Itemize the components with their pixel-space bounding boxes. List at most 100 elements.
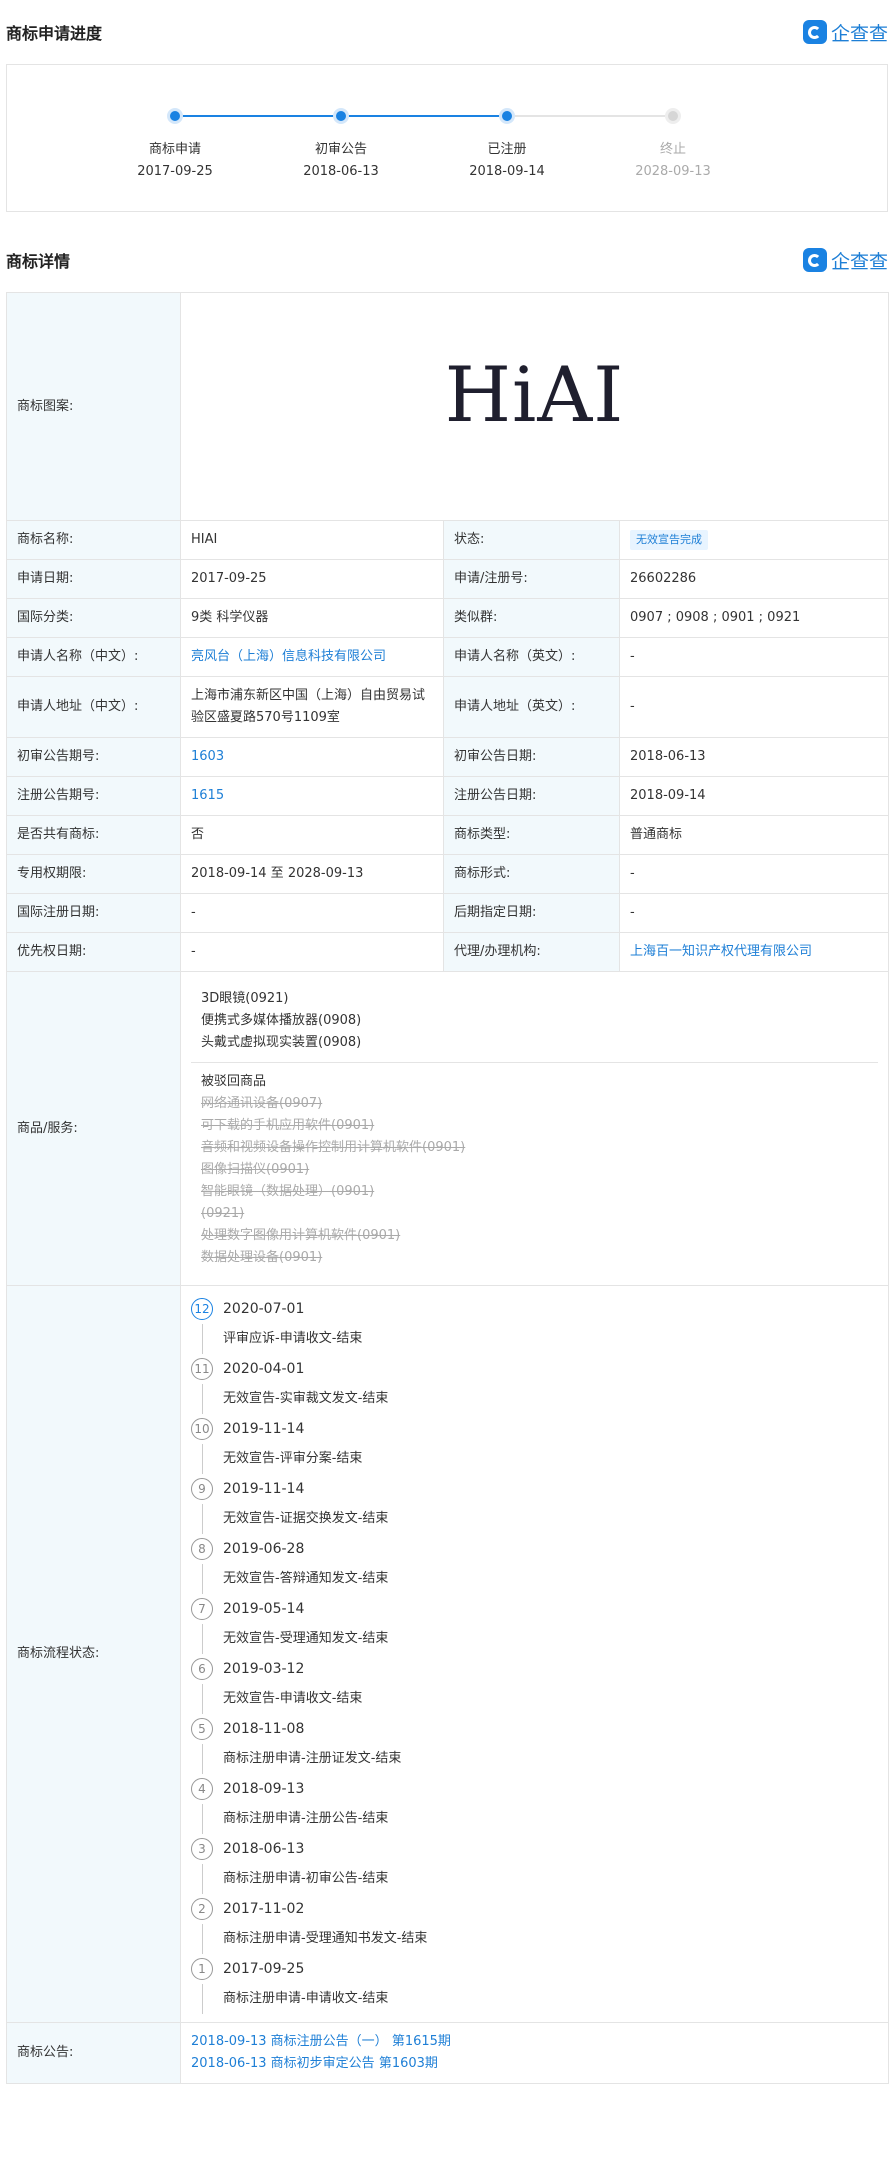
progress-step: 终止 2028-09-13 bbox=[603, 139, 743, 183]
table-row: 专用权期限: 2018-09-14 至 2028-09-13 商标形式: - bbox=[6, 854, 890, 894]
reg-notice-no-label: 注册公告期号: bbox=[6, 776, 181, 816]
reg-notice-no-cell: 1615 bbox=[180, 776, 444, 816]
flow-step-number: 9 bbox=[191, 1478, 213, 1500]
address-cn: 上海市浦东新区中国（上海）自由贸易试验区盛夏路570号1109室 bbox=[180, 676, 444, 738]
similar-group: 0907 ; 0908 ; 0901 ; 0921 bbox=[618, 598, 890, 638]
name-label: 商标名称: bbox=[6, 520, 181, 560]
table-row: 申请日期: 2017-09-25 申请/注册号: 26602286 bbox=[6, 559, 890, 599]
shared: 否 bbox=[180, 815, 444, 855]
flow-item: 6 2019-03-12 无效宣告-申请收文-结束 bbox=[191, 1654, 878, 1714]
notice-label: 商标公告: bbox=[6, 2022, 181, 2084]
applicant-en: - bbox=[618, 637, 890, 677]
reg-no: 26602286 bbox=[618, 559, 890, 599]
priority-label: 优先权日期: bbox=[6, 932, 181, 972]
term-label: 专用权期限: bbox=[6, 854, 181, 894]
trademark-name: HIAI bbox=[180, 520, 444, 560]
flow-head: 9 2019-11-14 bbox=[191, 1474, 878, 1504]
agent-cell: 上海百一知识产权代理有限公司 bbox=[618, 932, 890, 972]
form: - bbox=[618, 854, 890, 894]
flow-date: 2020-07-01 bbox=[223, 1301, 305, 1317]
flow-date: 2017-09-25 bbox=[223, 1961, 305, 1977]
flow-cell: 12 2020-07-01 评审应诉-申请收文-结束 11 2020-04-01 无效宣告… bbox=[179, 1285, 890, 2023]
qcc-logo-icon bbox=[802, 248, 827, 272]
applicant-en-label: 申请人名称（英文）: bbox=[443, 637, 620, 677]
flow-date: 2019-03-12 bbox=[223, 1661, 305, 1677]
flow-step-number: 12 bbox=[191, 1298, 213, 1320]
list-item: 音频和视频设备操作控制用计算机软件(0901) bbox=[201, 1140, 466, 1155]
progress-step: 商标申请 2017-09-25 bbox=[105, 139, 245, 183]
reg-notice-date-label: 注册公告日期: bbox=[443, 776, 620, 816]
later: - bbox=[618, 893, 890, 933]
list-item: 数据处理设备(0901) bbox=[201, 1250, 323, 1265]
table-row: 优先权日期: - 代理/办理机构: 上海百一知识产权代理有限公司 bbox=[6, 932, 890, 972]
flow-description: 商标注册申请-受理通知书发文-结束 bbox=[202, 1924, 878, 1954]
step-name: 商标申请 bbox=[148, 142, 201, 157]
reg-no-label: 申请/注册号: bbox=[443, 559, 620, 599]
reg-notice-no-link[interactable]: 1615 bbox=[191, 788, 224, 803]
goods-rejected-list: 被驳回商品 网络通讯设备(0907) 可下载的手机应用软件(0901) 音频和视… bbox=[191, 1062, 879, 1277]
table-row: 商品/服务: 3D眼镜(0921) 便携式多媒体播放器(0908) 头戴式虚拟现… bbox=[6, 971, 890, 1286]
flow-head: 10 2019-11-14 bbox=[191, 1414, 878, 1444]
list-item: 便携式多媒体播放器(0908) bbox=[201, 1013, 362, 1028]
step-date: 2017-09-25 bbox=[137, 164, 213, 179]
type: 普通商标 bbox=[618, 815, 890, 855]
flow-description: 无效宣告-申请收文-结束 bbox=[202, 1684, 878, 1714]
flow-item: 1 2017-09-25 商标注册申请-申请收文-结束 bbox=[191, 1954, 878, 2014]
list-item: 可下载的手机应用软件(0901) bbox=[201, 1118, 375, 1133]
flow-date: 2019-06-28 bbox=[223, 1541, 305, 1557]
address-en: - bbox=[618, 676, 890, 738]
notice-link[interactable]: 2018-09-13 商标注册公告（一） 第1615期 bbox=[191, 2031, 878, 2053]
intl-class-label: 国际分类: bbox=[6, 598, 181, 638]
agent-link[interactable]: 上海百一知识产权代理有限公司 bbox=[630, 944, 812, 959]
later-label: 后期指定日期: bbox=[443, 893, 620, 933]
goods-label: 商品/服务: bbox=[6, 971, 181, 1286]
apply-date: 2017-09-25 bbox=[180, 559, 444, 599]
apply-date-label: 申请日期: bbox=[6, 559, 181, 599]
flow-step-number: 7 bbox=[191, 1598, 213, 1620]
step-date: 2018-06-13 bbox=[303, 164, 379, 179]
list-item: 智能眼镜（数据处理）(0901) bbox=[201, 1184, 375, 1199]
flow-head: 7 2019-05-14 bbox=[191, 1594, 878, 1624]
notice-link[interactable]: 2018-06-13 商标初步审定公告 第1603期 bbox=[191, 2053, 878, 2075]
list-item: 处理数字图像用计算机软件(0901) bbox=[201, 1228, 401, 1243]
flow-description: 无效宣告-实审裁文发文-结束 bbox=[202, 1384, 878, 1414]
table-row: 商标名称: HIAI 状态: 无效宣告完成 bbox=[6, 520, 890, 560]
status-cell: 无效宣告完成 bbox=[618, 520, 890, 560]
flow-step-number: 5 bbox=[191, 1718, 213, 1740]
flow-step-number: 4 bbox=[191, 1778, 213, 1800]
prelim-no-link[interactable]: 1603 bbox=[191, 749, 224, 764]
progress-dot bbox=[167, 108, 183, 124]
goods-active-list: 3D眼镜(0921) 便携式多媒体播放器(0908) 头戴式虚拟现实装置(090… bbox=[191, 980, 878, 1062]
table-row: 注册公告期号: 1615 注册公告日期: 2018-09-14 bbox=[6, 776, 890, 816]
trademark-image: HiAI bbox=[179, 292, 890, 521]
detail-header: 商标详情 企查查 bbox=[6, 228, 888, 292]
flow-item: 4 2018-09-13 商标注册申请-注册公告-结束 bbox=[191, 1774, 878, 1834]
detail-table: 商标图案: HiAI 商标名称: HIAI 状态: 无效宣告完成 申请日期: 2… bbox=[6, 292, 890, 2084]
qcc-logo-icon bbox=[802, 20, 827, 44]
flow-step-number: 6 bbox=[191, 1658, 213, 1680]
flow-description: 商标注册申请-注册公告-结束 bbox=[202, 1804, 878, 1834]
brand-name: 企查查 bbox=[830, 22, 888, 45]
applicant-cn-label: 申请人名称（中文）: bbox=[6, 637, 181, 677]
logo-label: 商标图案: bbox=[6, 292, 181, 521]
progress-step: 已注册 2018-09-14 bbox=[437, 139, 577, 183]
list-item: (0921) bbox=[201, 1206, 245, 1221]
flow-list: 12 2020-07-01 评审应诉-申请收文-结束 11 2020-04-01 无效宣告… bbox=[191, 1294, 878, 2014]
step-name: 已注册 bbox=[487, 142, 527, 157]
flow-head: 12 2020-07-01 bbox=[191, 1294, 878, 1324]
table-row: 商标公告: 2018-09-13 商标注册公告（一） 第1615期 2018-0… bbox=[6, 2022, 890, 2084]
status-badge: 无效宣告完成 bbox=[630, 530, 708, 550]
applicant-cn-link[interactable]: 亮风台（上海）信息科技有限公司 bbox=[191, 649, 386, 664]
agent-label: 代理/办理机构: bbox=[443, 932, 620, 972]
progress-line bbox=[340, 115, 506, 117]
flow-item: 2 2017-11-02 商标注册申请-受理通知书发文-结束 bbox=[191, 1894, 878, 1954]
similar-group-label: 类似群: bbox=[443, 598, 620, 638]
progress-step: 初审公告 2018-06-13 bbox=[271, 139, 411, 183]
table-row: 初审公告期号: 1603 初审公告日期: 2018-06-13 bbox=[6, 737, 890, 777]
progress-dot bbox=[499, 108, 515, 124]
flow-head: 6 2019-03-12 bbox=[191, 1654, 878, 1684]
table-row: 商标流程状态: 12 2020-07-01 评审应诉-申请收文-结束 11 2020-0… bbox=[6, 1285, 890, 2023]
progress-timeline: 商标申请 2017-09-25 初审公告 2018-06-13 已注册 2018… bbox=[6, 64, 888, 212]
address-en-label: 申请人地址（英文）: bbox=[443, 676, 620, 738]
prelim-no-cell: 1603 bbox=[180, 737, 444, 777]
